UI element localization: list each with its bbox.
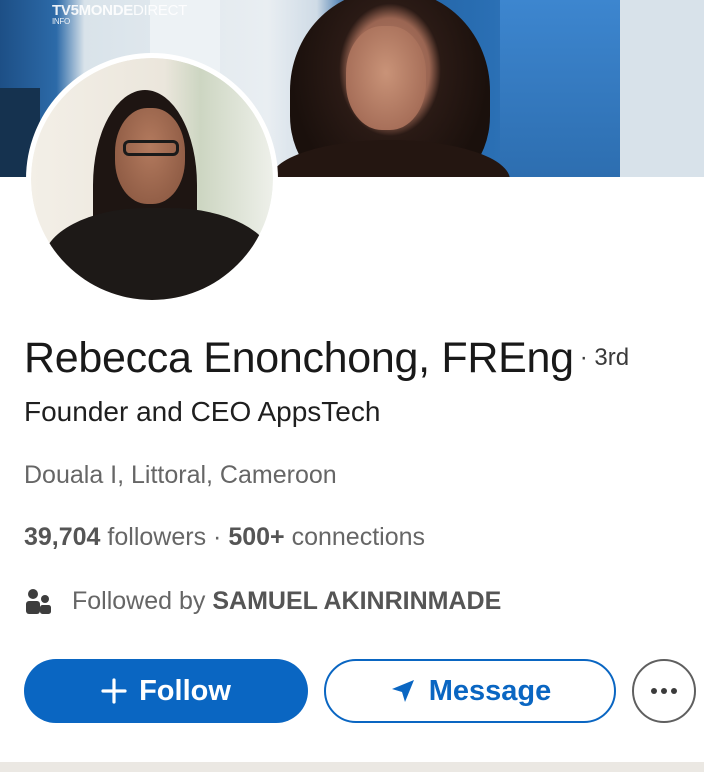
profile-name-row: Rebecca Enonchong, FREng · 3rd: [24, 334, 629, 383]
avatar-face: [115, 108, 185, 204]
profile-location: Douala I, Littoral, Cameroon: [24, 461, 337, 489]
stats-separator: ·: [213, 523, 222, 551]
banner-person-image: [270, 0, 510, 177]
message-button[interactable]: Message: [324, 659, 616, 723]
avatar-glasses: [123, 140, 179, 156]
profile-name: Rebecca Enonchong, FREng: [24, 334, 574, 382]
plus-icon: [101, 678, 127, 704]
profile-stats: 39,704 followers · 500+ connections: [24, 523, 425, 552]
followed-by-row[interactable]: Followed by SAMUEL AKINRINMADE: [24, 584, 501, 618]
connections-count: 500+: [228, 523, 285, 551]
send-icon: [389, 677, 417, 705]
more-actions-button[interactable]: [632, 659, 696, 723]
follow-button[interactable]: Follow: [24, 659, 308, 723]
followers-count: 39,704: [24, 523, 101, 551]
connection-degree: · 3rd: [579, 344, 630, 371]
message-button-label: Message: [428, 674, 552, 707]
followed-by-name: SAMUEL AKINRINMADE: [212, 586, 502, 615]
connections-link[interactable]: 500+ connections: [228, 523, 425, 551]
more-horizontal-icon: [651, 688, 657, 694]
profile-headline: Founder and CEO AppsTech: [24, 396, 381, 427]
followed-by-text: Followed by SAMUEL AKINRINMADE: [72, 587, 501, 616]
section-divider: [0, 762, 704, 772]
tv-channel-logo: TV5MONDEDIRECT INFO: [52, 2, 187, 26]
follow-button-label: Follow: [139, 674, 231, 707]
avatar-body: [43, 208, 273, 300]
banner-background-panel: [500, 0, 620, 177]
followed-by-prefix: Followed by: [72, 586, 206, 615]
banner-background-panel: [620, 0, 704, 177]
followers-label: followers: [107, 523, 207, 551]
connections-label: connections: [291, 523, 426, 551]
followers-link[interactable]: 39,704 followers: [24, 523, 206, 551]
tv-channel-logo-suffix: DIRECT: [132, 2, 187, 19]
banner-person-face: [346, 26, 426, 130]
banner-person-shoulders: [270, 140, 510, 177]
profile-avatar[interactable]: [26, 53, 278, 305]
people-icon: [26, 589, 51, 614]
